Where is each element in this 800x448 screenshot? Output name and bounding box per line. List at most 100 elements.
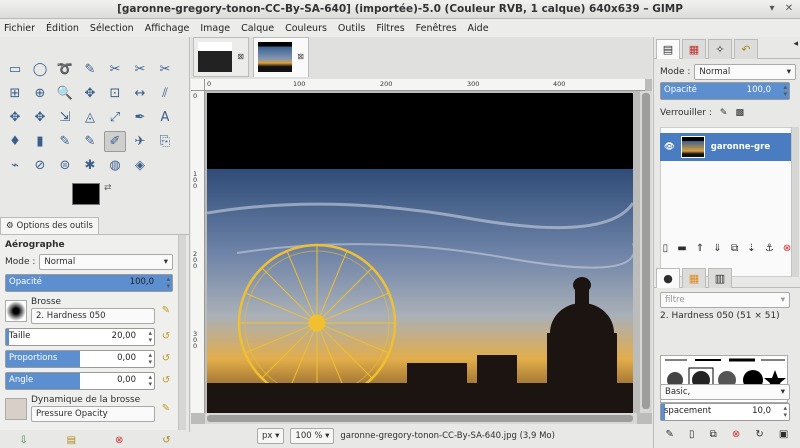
menu-item-1[interactable]: Édition	[46, 23, 79, 34]
brush-filter-input[interactable]: filtre ▾	[660, 292, 790, 308]
canvas-image[interactable]	[207, 93, 633, 413]
tool-icon-32[interactable]: ◍	[104, 155, 126, 176]
tool-icon-21[interactable]: ♦	[4, 131, 26, 152]
tool-icon-1[interactable]: ◯	[29, 59, 51, 80]
minimize-button[interactable]: ▾	[765, 2, 779, 16]
tool-icon-18[interactable]: ⤢	[104, 107, 126, 128]
layer-row[interactable]: 👁 garonne-gre	[660, 133, 796, 161]
reset-proportions-icon[interactable]: ↺	[159, 352, 173, 366]
tool-icon-29[interactable]: ⊘	[29, 155, 51, 176]
foreground-color-swatch[interactable]	[72, 183, 100, 205]
tab-paths[interactable]: ✧	[708, 39, 732, 59]
tool-icon-17[interactable]: ◬	[79, 107, 101, 128]
menu-item-4[interactable]: Image	[200, 23, 230, 34]
menu-item-8[interactable]: Filtres	[376, 23, 404, 34]
tool-icon-30[interactable]: ⊜	[54, 155, 76, 176]
layers-scrollbar[interactable]	[791, 127, 799, 277]
anchor-icon[interactable]: ⚓	[765, 243, 774, 254]
horizontal-ruler[interactable]: 0 100 200 300 400	[205, 79, 645, 91]
quick-mask-toggle[interactable]	[191, 79, 205, 91]
menu-item-9[interactable]: Fenêtres	[416, 23, 457, 34]
image-tab-2[interactable]: ⊠	[253, 37, 309, 77]
tool-icon-0[interactable]: ▭	[4, 59, 26, 80]
size-slider[interactable]: Taille 20,00 ▴ ▾	[5, 328, 155, 346]
tool-icon-33[interactable]: ◈	[129, 155, 151, 176]
dock-menu-icon[interactable]: ◂	[793, 39, 798, 58]
dynamics-icon[interactable]	[5, 397, 27, 420]
tool-icon-20[interactable]: A	[154, 107, 176, 128]
tool-icon-4[interactable]: ✂	[104, 59, 126, 80]
menu-item-6[interactable]: Couleurs	[285, 23, 327, 34]
layer-group-icon[interactable]: ▬	[677, 243, 686, 254]
new-layer-icon[interactable]: ▯	[663, 243, 669, 254]
save-options-icon[interactable]: ⇩	[19, 435, 27, 446]
menu-item-10[interactable]: Aide	[468, 23, 489, 34]
raise-layer-icon[interactable]: ⇑	[696, 243, 704, 254]
tool-icon-26[interactable]: ✈	[129, 131, 151, 152]
proportions-slider[interactable]: Proportions 0,00 ▴ ▾	[5, 350, 155, 368]
unit-select[interactable]: px ▾	[257, 428, 285, 444]
delete-options-icon[interactable]: ⊗	[115, 435, 123, 446]
new-brush-icon[interactable]: ▯	[689, 429, 695, 440]
restore-options-icon[interactable]: ▤	[67, 435, 76, 446]
tool-icon-24[interactable]: ✎	[79, 131, 101, 152]
edit-brush-icon[interactable]: ✎	[159, 304, 173, 318]
brush-preview-icon[interactable]	[5, 299, 27, 322]
reset-angle-icon[interactable]: ↺	[159, 374, 173, 388]
tab-layers[interactable]: ▤	[656, 39, 680, 59]
tool-icon-28[interactable]: ⌁	[4, 155, 26, 176]
tool-icon-16[interactable]: ⇲	[54, 107, 76, 128]
tool-icon-12[interactable]: ↔	[129, 83, 151, 104]
mode-select[interactable]: Normal ▾	[39, 254, 173, 270]
swap-colors-icon[interactable]: ⇄	[104, 183, 112, 193]
duplicate-brush-icon[interactable]: ⧉	[710, 429, 717, 440]
refresh-brushes-icon[interactable]: ↻	[755, 429, 763, 440]
tool-icon-7[interactable]: ⊞	[4, 83, 26, 104]
eye-icon[interactable]: 👁	[664, 142, 675, 152]
tab-tool-options[interactable]: ⚙ Options des outils	[0, 217, 99, 234]
options-scrollbar[interactable]	[178, 235, 186, 430]
brush-preset-select[interactable]: Basic, ▾	[660, 384, 790, 400]
layer-mode-select[interactable]: Normal ▾	[694, 64, 796, 80]
tab-patterns[interactable]: ▦	[682, 268, 706, 288]
tab-gradients[interactable]: ▥	[708, 268, 732, 288]
layer-opacity-slider[interactable]: Opacité 100,0 ▴ ▾	[660, 82, 790, 100]
spacing-slider[interactable]: spacement 10,0 ▴ ▾	[660, 403, 790, 421]
menu-item-3[interactable]: Affichage	[145, 23, 190, 34]
merge-layer-icon[interactable]: ⇣	[747, 243, 755, 254]
close-window-button[interactable]: ✕	[782, 2, 796, 16]
tab-brushes[interactable]: ●	[656, 268, 680, 288]
vertical-ruler[interactable]: 0 100 200 300	[191, 91, 205, 413]
dynamics-field[interactable]: Pressure Opacity	[31, 406, 155, 422]
lock-alpha-icon[interactable]: ▩	[735, 108, 744, 118]
tool-icon-8[interactable]: ⊕	[29, 83, 51, 104]
tool-icon-15[interactable]: ✥	[29, 107, 51, 128]
tool-icon-11[interactable]: ⊡	[104, 83, 126, 104]
lock-pixels-icon[interactable]: ✎	[720, 108, 728, 118]
tool-icon-9[interactable]: 🔍	[54, 83, 76, 104]
reset-options-icon[interactable]: ↺	[162, 435, 170, 446]
brush-field[interactable]: 2. Hardness 050	[31, 308, 155, 324]
edit-dynamics-icon[interactable]: ✎	[159, 402, 173, 416]
fg-bg-colors[interactable]: ⇄	[72, 183, 114, 217]
open-as-image-icon[interactable]: ▣	[779, 429, 788, 440]
tab-undo[interactable]: ↶	[734, 39, 758, 59]
canvas-horizontal-scrollbar[interactable]	[205, 413, 637, 424]
tool-icon-31[interactable]: ✱	[79, 155, 101, 176]
edit-brush-icon[interactable]: ✎	[666, 429, 674, 440]
tool-icon-13[interactable]: ⫽	[154, 83, 176, 104]
tool-icon-14[interactable]: ✥	[4, 107, 26, 128]
angle-slider[interactable]: Angle 0,00 ▴ ▾	[5, 372, 155, 390]
tool-icon-6[interactable]: ✂	[154, 59, 176, 80]
tab-channels[interactable]: ▦	[682, 39, 706, 59]
menu-item-7[interactable]: Outils	[338, 23, 365, 34]
close-icon[interactable]: ⊠	[297, 52, 304, 61]
menu-item-0[interactable]: Fichier	[4, 23, 35, 34]
tool-icon-22[interactable]: ▮	[29, 131, 51, 152]
tool-icon-2[interactable]: ➰	[54, 59, 76, 80]
tool-icon-19[interactable]: ✒	[129, 107, 151, 128]
canvas-vertical-scrollbar[interactable]	[640, 91, 652, 413]
tool-icon-27[interactable]: ⎘	[154, 131, 176, 152]
close-icon[interactable]: ⊠	[237, 52, 244, 61]
reset-size-icon[interactable]: ↺	[159, 330, 173, 344]
